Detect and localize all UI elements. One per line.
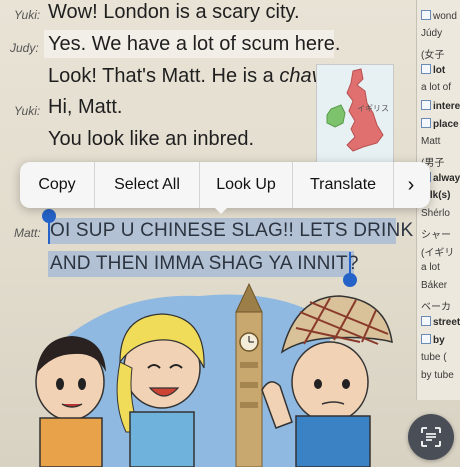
vocab-text: (女子 — [421, 50, 445, 61]
vocab-item: Matt — [421, 136, 440, 147]
checkbox-icon — [421, 10, 431, 20]
menu-pointer — [213, 206, 229, 214]
vocab-text: tube ( — [421, 352, 447, 363]
vocab-text: ベーカ — [421, 302, 451, 313]
speaker-label-judy: Judy: — [10, 41, 39, 55]
selected-text-line-1[interactable]: OI SUP U CHINESE SLAG!! LETS DRINK — [50, 219, 413, 243]
line3-prefix: Look! That's Matt. He is a — [48, 65, 280, 87]
dialogue-line-2[interactable]: Yes. We have a lot of scum here. — [48, 32, 340, 56]
vocab-text: street — [433, 317, 460, 328]
vocab-item: tube ( — [421, 352, 447, 363]
uk-map-image: イギリス — [316, 64, 394, 166]
checkbox-icon — [421, 64, 431, 74]
vocab-item: (女子 — [421, 46, 444, 61]
dialogue-line-4[interactable]: Hi, Matt. — [48, 95, 122, 119]
vocab-item: intere — [421, 100, 460, 112]
menu-look-up-button[interactable]: Look Up — [200, 162, 292, 208]
vocab-text: lot — [433, 65, 446, 76]
vocab-item: by tube — [421, 370, 454, 381]
vocab-text: Matt — [421, 136, 441, 147]
selected-text-line-2[interactable]: AND THEN IMMA SHAG YA INNIT? — [50, 252, 359, 276]
dialogue-line-5[interactable]: You look like an inbred. — [48, 127, 254, 151]
vocab-item: (イギリ — [421, 244, 454, 259]
live-text-icon — [421, 427, 441, 447]
vocab-item: street — [421, 316, 460, 328]
vocab-text: a lot of — [421, 82, 452, 93]
menu-translate-button[interactable]: Translate — [293, 162, 393, 208]
vocab-text: intere — [433, 101, 460, 112]
checkbox-icon — [421, 100, 431, 110]
vocab-text: place — [433, 119, 459, 130]
cartoon-illustration — [0, 282, 416, 467]
checkbox-icon — [421, 334, 431, 344]
vocab-text: by — [433, 335, 445, 346]
dialogue-line-1[interactable]: Wow! London is a scary city. — [48, 0, 300, 24]
map-label: イギリス — [357, 104, 389, 113]
vocab-item: ベーカ — [421, 298, 451, 313]
vocab-text: Júdy — [421, 28, 443, 39]
vocab-text: by tube — [421, 370, 454, 381]
vocab-text: Báker — [421, 280, 448, 291]
photo-viewer: Yuki: Wow! London is a scary city. Judy:… — [0, 0, 460, 467]
menu-copy-button[interactable]: Copy — [20, 162, 94, 208]
vocab-text: alway — [433, 173, 460, 184]
vocab-text: Shérlo — [421, 208, 450, 219]
text-context-menu: Copy Select All Look Up Translate › — [20, 162, 430, 208]
vocab-text: (イギリ — [421, 248, 455, 259]
live-text-button[interactable] — [408, 414, 454, 460]
vocab-item: Júdy — [421, 28, 442, 39]
vocab-item: place — [421, 118, 459, 130]
vocab-text: シャー — [421, 230, 451, 241]
vocab-item: Shérlo — [421, 208, 450, 219]
vocab-item: by — [421, 334, 445, 346]
vocab-item: wond — [421, 10, 457, 22]
speaker-label-yuki: Yuki: — [14, 8, 41, 22]
checkbox-icon — [421, 316, 431, 326]
vocab-item: Báker — [421, 280, 447, 291]
menu-select-all-button[interactable]: Select All — [95, 162, 199, 208]
vocab-text: wond — [433, 11, 457, 22]
vocab-item: a lot — [421, 262, 440, 273]
vocab-item: lot — [421, 64, 445, 76]
dialogue-line-3[interactable]: Look! That's Matt. He is a chav. — [48, 64, 327, 88]
selection-start-caret — [48, 220, 50, 244]
speaker-label-matt: Matt: — [14, 226, 41, 240]
checkbox-icon — [421, 118, 431, 128]
vocab-item: a lot of — [421, 82, 451, 93]
vocab-text: a lot — [421, 262, 440, 273]
menu-more-chevron-icon[interactable]: › — [394, 162, 428, 208]
vocab-item: シャー — [421, 226, 451, 241]
speaker-label-yuki-2: Yuki: — [14, 104, 41, 118]
